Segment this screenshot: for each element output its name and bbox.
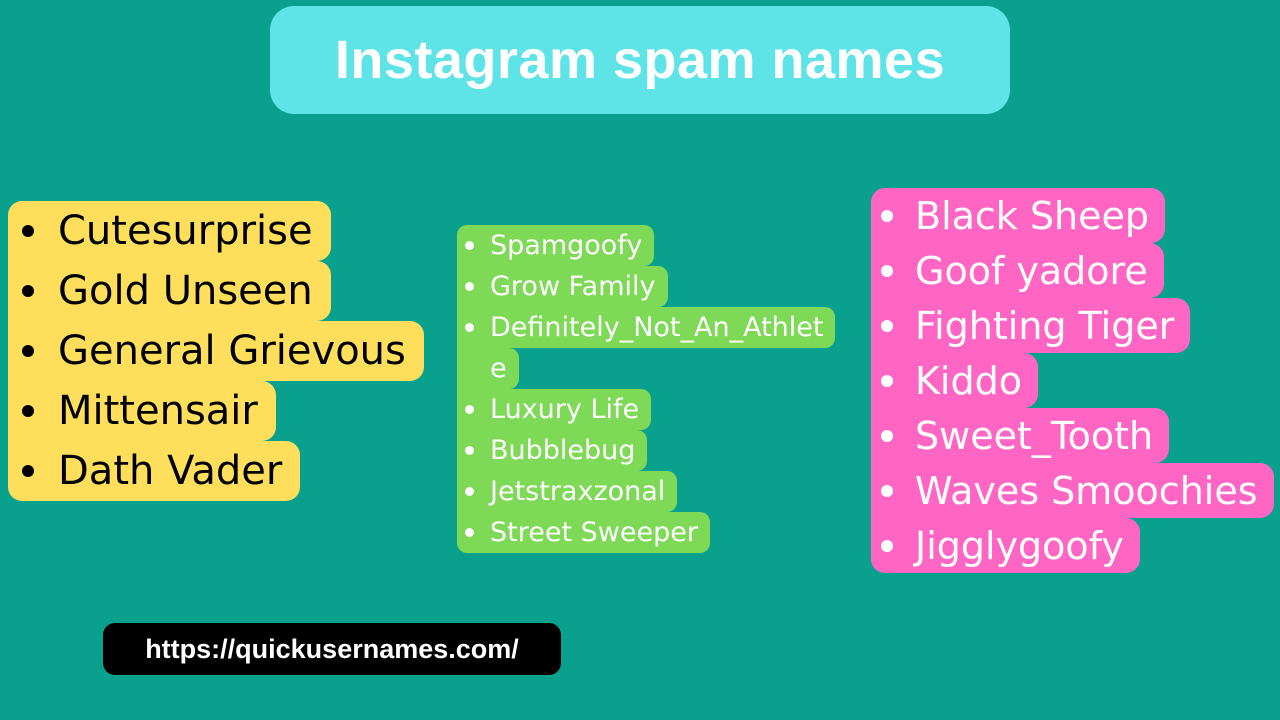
bullet-icon — [22, 405, 34, 417]
list-item: Luxury Life — [457, 389, 835, 430]
list-item-text: Gold Unseen — [58, 268, 313, 314]
bullet-icon — [22, 285, 34, 297]
bullet-icon — [881, 319, 893, 332]
list-item: Kiddo — [871, 353, 1274, 408]
list-item-text: Kiddo — [915, 358, 1022, 403]
list-item: Sweet_Tooth — [871, 408, 1274, 463]
list-item-text: e — [490, 353, 507, 384]
list-item: Street Sweeper — [457, 512, 835, 553]
list-item-text: Dath Vader — [58, 448, 283, 494]
website-url: https://quickusernames.com/ — [145, 633, 519, 664]
bullet-icon — [881, 484, 893, 497]
bullet-icon — [22, 345, 34, 357]
bullet-icon — [465, 241, 474, 250]
list-item-text: Spamgoofy — [490, 230, 643, 261]
list-item-text: Bubblebug — [490, 435, 636, 466]
list-item-text: Goof yadore — [915, 248, 1148, 293]
list-item-text: Sweet_Tooth — [915, 413, 1154, 458]
list-item-text: Street Sweeper — [490, 517, 698, 548]
list-item: Dath Vader — [8, 441, 424, 501]
pink-name-list: Black Sheep Goof yadore Fighting Tiger K… — [871, 188, 1274, 573]
website-url-badge: https://quickusernames.com/ — [103, 623, 561, 675]
bullet-icon — [881, 374, 893, 387]
list-item-text: Cutesurprise — [58, 208, 313, 254]
list-item: Grow Family — [457, 266, 835, 307]
bullet-icon — [465, 446, 474, 455]
list-item: Goof yadore — [871, 243, 1274, 298]
title-banner: Instagram spam names — [270, 6, 1010, 114]
list-item: Spamgoofy — [457, 225, 835, 266]
page-title: Instagram spam names — [334, 30, 946, 90]
list-item-text: Luxury Life — [490, 394, 640, 425]
list-item: Black Sheep — [871, 188, 1274, 243]
bullet-icon — [881, 539, 893, 552]
list-item: General Grievous — [8, 321, 424, 381]
list-item-text: Waves Smoochies — [915, 468, 1258, 513]
list-item-text: Jetstraxzonal — [490, 476, 666, 507]
list-item: Definitely_Not_An_Athlet — [457, 307, 836, 348]
bullet-icon — [22, 225, 34, 237]
list-item-text: Grow Family — [490, 271, 656, 302]
list-item-text: Jigglygoofy — [915, 523, 1124, 568]
list-item-text: Fighting Tiger — [915, 303, 1175, 348]
list-item-text: General Grievous — [58, 328, 406, 374]
green-name-list: Spamgoofy Grow Family Definitely_Not_An_… — [457, 225, 836, 553]
bullet-icon — [465, 405, 474, 414]
list-item: Cutesurprise — [8, 201, 424, 261]
list-item: Waves Smoochies — [871, 463, 1274, 518]
list-item: Bubblebug — [457, 430, 835, 471]
bullet-icon — [465, 282, 474, 291]
list-item: Mittensair — [8, 381, 424, 441]
bullet-icon — [465, 487, 474, 496]
bullet-icon — [881, 209, 893, 222]
bullet-icon — [465, 323, 474, 332]
list-item: Jetstraxzonal — [457, 471, 835, 512]
list-item-text: Mittensair — [58, 388, 258, 434]
bullet-icon — [881, 264, 893, 277]
bullet-icon — [465, 528, 474, 537]
bullet-icon — [22, 465, 34, 477]
list-item: Fighting Tiger — [871, 298, 1274, 353]
yellow-name-list: Cutesurprise Gold Unseen General Grievou… — [8, 201, 424, 501]
list-item: Gold Unseen — [8, 261, 424, 321]
list-item: Jigglygoofy — [871, 518, 1274, 573]
list-item-text: Definitely_Not_An_Athlet — [490, 312, 824, 343]
list-item-text: Black Sheep — [915, 193, 1149, 238]
bullet-icon — [881, 429, 893, 442]
list-item-continuation: e — [457, 348, 835, 389]
